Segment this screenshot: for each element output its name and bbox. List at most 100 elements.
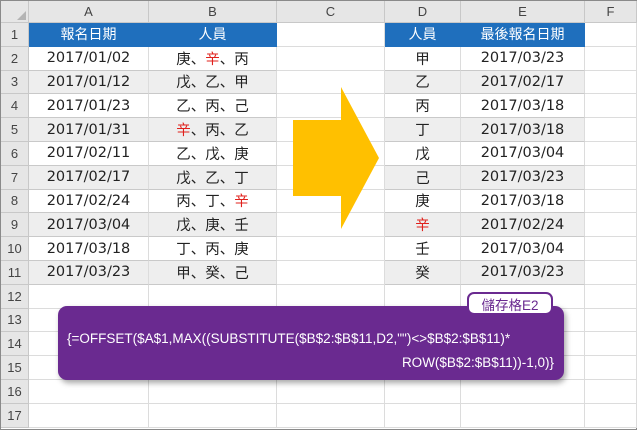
cell-f7[interactable] [585, 165, 637, 190]
cell-d1[interactable]: 人員 [385, 23, 461, 47]
row-header-2[interactable]: 2 [1, 46, 29, 71]
cell-b5[interactable]: 辛、丙、乙 [149, 118, 277, 142]
cell-e7[interactable]: 2017/03/23 [461, 165, 585, 190]
cell-c1[interactable] [277, 23, 385, 47]
row-header-11[interactable]: 11 [1, 260, 29, 285]
cell-b17[interactable] [149, 403, 277, 428]
cell-b6[interactable]: 乙、戊、庚 [149, 141, 277, 166]
cell-e10[interactable]: 2017/03/04 [461, 237, 585, 261]
cell-c17[interactable] [277, 403, 385, 428]
cell-e17[interactable] [461, 403, 585, 428]
cell-f13[interactable] [585, 308, 637, 333]
cell-a10[interactable]: 2017/03/18 [29, 237, 149, 261]
cell-d16[interactable] [385, 379, 461, 404]
cell-d12[interactable] [385, 284, 461, 309]
row-header-10[interactable]: 10 [1, 237, 29, 261]
cell-f1[interactable] [585, 23, 637, 47]
cell-b11[interactable]: 甲、癸、己 [149, 260, 277, 285]
cell-e9[interactable]: 2017/02/24 [461, 213, 585, 238]
cell-b3[interactable]: 戊、乙、甲 [149, 70, 277, 95]
cell-a17[interactable] [29, 403, 149, 428]
row-header-15[interactable]: 15 [1, 356, 29, 380]
cell-f11[interactable] [585, 260, 637, 285]
cell-d8[interactable]: 庚 [385, 189, 461, 214]
cell-f12[interactable] [585, 284, 637, 309]
cell-a11[interactable]: 2017/03/23 [29, 260, 149, 285]
row-header-12[interactable]: 12 [1, 284, 29, 309]
cell-e1[interactable]: 最後報名日期 [461, 23, 585, 47]
row-header-5[interactable]: 5 [1, 118, 29, 142]
cell-c16[interactable] [277, 379, 385, 404]
column-header-d[interactable]: D [385, 1, 461, 23]
cell-d2[interactable]: 甲 [385, 46, 461, 71]
cell-f2[interactable] [585, 46, 637, 71]
cell-b1[interactable]: 人員 [149, 23, 277, 47]
cell-e8[interactable]: 2017/03/18 [461, 189, 585, 214]
cell-f16[interactable] [585, 379, 637, 404]
cell-a16[interactable] [29, 379, 149, 404]
column-header-c[interactable]: C [277, 1, 385, 23]
cell-e6[interactable]: 2017/03/04 [461, 141, 585, 166]
cell-f4[interactable] [585, 94, 637, 119]
cell-b4[interactable]: 乙、丙、己 [149, 94, 277, 119]
cell-e16[interactable] [461, 379, 585, 404]
cell-a12[interactable] [29, 284, 149, 309]
row-header-13[interactable]: 13 [1, 308, 29, 333]
cell-b2[interactable]: 庚、辛、丙 [149, 46, 277, 71]
cell-a5[interactable]: 2017/01/31 [29, 118, 149, 142]
cell-f10[interactable] [585, 237, 637, 261]
cell-c2[interactable] [277, 46, 385, 71]
cell-d11[interactable]: 癸 [385, 260, 461, 285]
column-header-f[interactable]: F [585, 1, 637, 23]
column-header-e[interactable]: E [461, 1, 585, 23]
cell-a6[interactable]: 2017/02/11 [29, 141, 149, 166]
cell-f6[interactable] [585, 141, 637, 166]
cell-b8[interactable]: 丙、丁、辛 [149, 189, 277, 214]
cell-c10[interactable] [277, 237, 385, 261]
cell-e4[interactable]: 2017/03/18 [461, 94, 585, 119]
cell-f15[interactable] [585, 356, 637, 380]
cell-b9[interactable]: 戊、庚、壬 [149, 213, 277, 238]
cell-b16[interactable] [149, 379, 277, 404]
row-header-17[interactable]: 17 [1, 403, 29, 428]
cell-e5[interactable]: 2017/03/18 [461, 118, 585, 142]
cell-f8[interactable] [585, 189, 637, 214]
cell-f9[interactable] [585, 213, 637, 238]
cell-a3[interactable]: 2017/01/12 [29, 70, 149, 95]
cell-f5[interactable] [585, 118, 637, 142]
row-header-14[interactable]: 14 [1, 332, 29, 357]
row-header-7[interactable]: 7 [1, 165, 29, 190]
cell-a4[interactable]: 2017/01/23 [29, 94, 149, 119]
cell-d7[interactable]: 己 [385, 165, 461, 190]
cell-b10[interactable]: 丁、丙、庚 [149, 237, 277, 261]
cell-a8[interactable]: 2017/02/24 [29, 189, 149, 214]
row-header-3[interactable]: 3 [1, 70, 29, 95]
cell-d5[interactable]: 丁 [385, 118, 461, 142]
cell-e2[interactable]: 2017/03/23 [461, 46, 585, 71]
row-header-1[interactable]: 1 [1, 23, 29, 47]
cell-d4[interactable]: 丙 [385, 94, 461, 119]
cell-d10[interactable]: 壬 [385, 237, 461, 261]
cell-e11[interactable]: 2017/03/23 [461, 260, 585, 285]
row-header-16[interactable]: 16 [1, 379, 29, 404]
cell-b7[interactable]: 戊、乙、丁 [149, 165, 277, 190]
cell-a2[interactable]: 2017/01/02 [29, 46, 149, 71]
column-header-b[interactable]: B [149, 1, 277, 23]
cell-c12[interactable] [277, 284, 385, 309]
cell-c11[interactable] [277, 260, 385, 285]
cell-f14[interactable] [585, 332, 637, 357]
column-header-a[interactable]: A [29, 1, 149, 23]
select-all-corner[interactable] [1, 1, 29, 23]
cell-b12[interactable] [149, 284, 277, 309]
row-header-8[interactable]: 8 [1, 189, 29, 214]
cell-d6[interactable]: 戊 [385, 141, 461, 166]
cell-a9[interactable]: 2017/03/04 [29, 213, 149, 238]
cell-e3[interactable]: 2017/02/17 [461, 70, 585, 95]
cell-d3[interactable]: 乙 [385, 70, 461, 95]
cell-a7[interactable]: 2017/02/17 [29, 165, 149, 190]
cell-a1[interactable]: 報名日期 [29, 23, 149, 47]
cell-f17[interactable] [585, 403, 637, 428]
row-header-4[interactable]: 4 [1, 94, 29, 119]
cell-f3[interactable] [585, 70, 637, 95]
cell-d9[interactable]: 辛 [385, 213, 461, 238]
